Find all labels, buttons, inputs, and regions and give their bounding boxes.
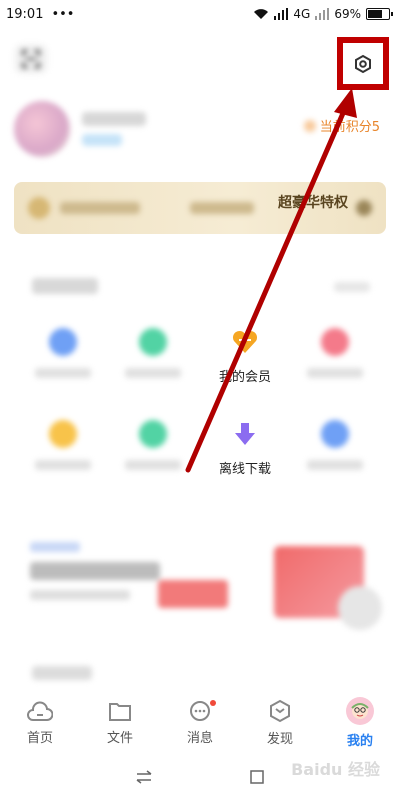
nav-mine[interactable]: 我的 (330, 697, 390, 749)
discover-icon (270, 699, 290, 723)
cloud-icon (27, 701, 53, 721)
vip-mid-blur (190, 202, 254, 214)
yellow-feature-icon (49, 420, 77, 448)
grid-label: 离线下载 (218, 462, 271, 477)
grid-item-membership[interactable]: 我的会员 (200, 318, 290, 398)
promo-banner[interactable] (18, 530, 382, 630)
grid-item[interactable] (18, 318, 108, 398)
avatar[interactable] (14, 101, 70, 157)
message-icon (190, 701, 210, 721)
avatar-icon (346, 697, 374, 725)
grid-item-offline-download[interactable]: 离线下载 (200, 410, 290, 490)
nav-label: 消息 (186, 731, 213, 746)
switch-arrows-icon[interactable] (135, 770, 153, 784)
wifi-icon (254, 9, 269, 19)
unread-dot (210, 700, 216, 706)
scan-button[interactable] (14, 44, 48, 74)
folder-icon (109, 703, 131, 721)
green-feature-icon (139, 420, 167, 448)
grid-label-blur (307, 460, 363, 470)
status-bar: 19:01 ••• 4G 69% (0, 0, 400, 28)
grid-label-blur (125, 460, 181, 470)
baidu-watermark: Baidu 经验 (291, 760, 380, 779)
download-arrow-icon (235, 423, 255, 445)
section-more-link[interactable] (334, 282, 370, 292)
points-icon (303, 119, 316, 132)
chevron-right-icon (356, 200, 372, 216)
nav-messages[interactable]: 消息 (170, 700, 230, 746)
grid-label-blur (307, 368, 363, 378)
username-blur (82, 112, 146, 126)
blue-feature-icon (49, 328, 77, 356)
vip-banner[interactable]: 超豪华特权 (14, 182, 386, 234)
vip-crown-icon (28, 197, 50, 219)
nav-home[interactable]: 首页 (10, 700, 70, 746)
home-square-icon[interactable] (249, 769, 265, 785)
grid-item[interactable] (108, 318, 198, 398)
grid-label-blur (125, 368, 181, 378)
grid-item[interactable] (18, 410, 108, 490)
settings-button[interactable] (337, 37, 389, 90)
nav-label: 发现 (266, 732, 293, 747)
points-text: 当前积分5 (319, 120, 380, 135)
grid-label: 我的会员 (218, 370, 271, 385)
status-time: 19:01 (6, 6, 44, 22)
section-title (32, 278, 98, 294)
vip-desc-blur (60, 202, 140, 214)
battery-fill (368, 10, 382, 18)
battery-percent: 69% (334, 7, 361, 21)
signal-icon (274, 8, 289, 20)
battery-icon (366, 8, 393, 20)
status-dots: ••• (51, 6, 75, 22)
section-title-2 (32, 666, 92, 680)
red-feature-icon (321, 328, 349, 356)
promo-close-blur[interactable] (338, 586, 382, 630)
promo-title-blur (30, 562, 160, 580)
grid-label-blur (35, 368, 91, 378)
promo-button-blur[interactable] (158, 580, 228, 608)
blue-feature-icon (321, 420, 349, 448)
grid-item[interactable] (290, 410, 380, 490)
bottom-nav: 首页 文件 消息 发现 我的 (0, 692, 400, 754)
grid-label-blur (35, 460, 91, 470)
nav-label: 我的 (346, 734, 373, 749)
user-tag-blur (82, 134, 122, 146)
grid-item[interactable] (290, 318, 380, 398)
function-grid: 我的会员 离线下载 (18, 318, 382, 488)
nav-label: 文件 (106, 731, 133, 746)
vip-privilege-text: 超豪华特权 (278, 195, 348, 211)
network-type: 4G (293, 7, 311, 21)
settings-hexagon-icon (355, 54, 371, 73)
membership-heart-icon (232, 330, 258, 353)
points-link[interactable]: 当前积分5 (303, 116, 380, 135)
nav-label: 首页 (26, 731, 53, 746)
signal-icon-secondary (315, 8, 330, 20)
nav-discover[interactable]: 发现 (250, 699, 310, 747)
grid-item[interactable] (108, 410, 198, 490)
promo-sub-blur (30, 590, 130, 600)
green-feature-icon (139, 328, 167, 356)
promo-tag-blur (30, 542, 80, 552)
scan-icon (22, 50, 40, 68)
nav-files[interactable]: 文件 (90, 700, 150, 746)
